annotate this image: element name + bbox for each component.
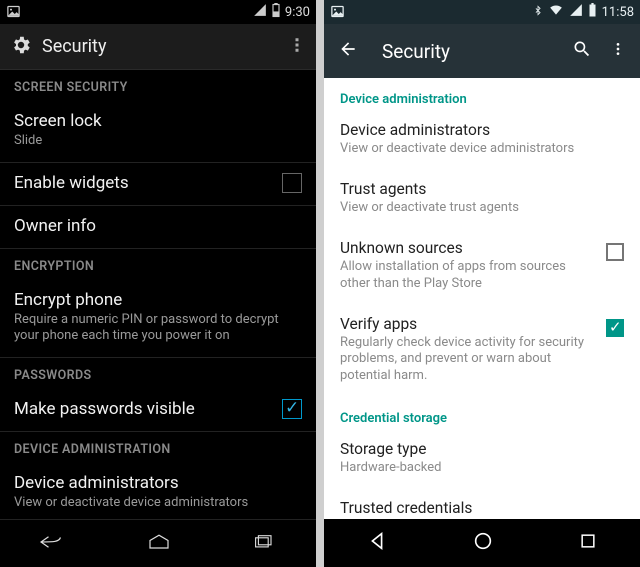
item-subtitle: Slide <box>14 133 302 150</box>
item-unknown-sources[interactable]: Unknown sources Allow installation of ap… <box>324 229 640 305</box>
section-screen-security: SCREEN SECURITY <box>0 70 316 101</box>
phone-holo-dark: 9:30 Security SCREEN SECURITY Screen loc… <box>0 0 316 567</box>
item-title: Screen lock <box>14 111 302 131</box>
checkbox-checked[interactable] <box>282 399 302 419</box>
item-screen-lock[interactable]: Screen lock Slide <box>0 101 316 163</box>
page-title: Security <box>382 40 572 63</box>
section-credential-storage: Credential storage <box>324 397 640 430</box>
battery-icon <box>271 3 281 22</box>
battery-icon <box>588 3 597 22</box>
item-owner-info[interactable]: Owner info <box>0 206 316 249</box>
section-passwords: PASSWORDS <box>0 358 316 389</box>
item-title: Make passwords visible <box>14 399 272 419</box>
nav-bar <box>324 519 640 567</box>
signal-icon <box>253 3 267 21</box>
signal-icon <box>569 3 583 21</box>
checkbox[interactable] <box>282 173 302 193</box>
overflow-menu-icon[interactable] <box>610 39 626 63</box>
status-time: 11:58 <box>602 5 634 20</box>
section-encryption: ENCRYPTION <box>0 249 316 280</box>
phone-material-light: 11:58 Security Device administration Dev… <box>324 0 640 567</box>
item-subtitle: Hardware-backed <box>340 460 614 477</box>
recents-icon[interactable] <box>578 531 598 555</box>
section-device-admin: DEVICE ADMINISTRATION <box>0 432 316 463</box>
section-device-admin: Device administration <box>324 78 640 111</box>
back-icon[interactable] <box>366 530 388 556</box>
item-subtitle: View or deactivate device administrators <box>340 141 614 158</box>
recents-icon[interactable] <box>250 532 278 556</box>
item-subtitle: Regularly check device activity for secu… <box>340 335 596 386</box>
item-title: Verify apps <box>340 315 596 333</box>
image-icon <box>330 4 345 23</box>
item-title: Trust agents <box>340 180 614 198</box>
item-verify-apps[interactable]: Verify apps Regularly check device activ… <box>324 305 640 398</box>
item-trust-agents[interactable]: Trust agents View or deactivate trust ag… <box>324 170 640 229</box>
settings-list: SCREEN SECURITY Screen lock Slide Enable… <box>0 70 316 519</box>
item-subtitle: View or deactivate device administrators <box>14 495 302 512</box>
item-device-admins[interactable]: Device administrators View or deactivate… <box>0 463 316 519</box>
item-subtitle: View or deactivate trust agents <box>340 200 614 217</box>
item-storage-type[interactable]: Storage type Hardware-backed <box>324 430 640 489</box>
status-time: 9:30 <box>285 5 310 20</box>
item-title: Enable widgets <box>14 173 272 193</box>
checkbox-checked[interactable] <box>606 319 624 337</box>
item-title: Owner info <box>14 216 302 236</box>
settings-gear-icon[interactable] <box>10 34 32 60</box>
item-subtitle: Allow installation of apps from sources … <box>340 259 596 293</box>
action-bar: Security <box>0 24 316 70</box>
item-title: Storage type <box>340 440 614 458</box>
bluetooth-icon <box>533 3 543 22</box>
item-title: Device administrators <box>340 121 614 139</box>
item-device-admins[interactable]: Device administrators View or deactivate… <box>324 111 640 170</box>
status-bar: 9:30 <box>0 0 316 24</box>
item-title: Device administrators <box>14 473 302 493</box>
item-encrypt-phone[interactable]: Encrypt phone Require a numeric PIN or p… <box>0 280 316 358</box>
item-title: Unknown sources <box>340 239 596 257</box>
item-title: Trusted credentials <box>340 499 614 517</box>
item-enable-widgets[interactable]: Enable widgets <box>0 163 316 206</box>
item-make-passwords-visible[interactable]: Make passwords visible <box>0 389 316 432</box>
settings-list: Device administration Device administrat… <box>324 78 640 519</box>
search-icon[interactable] <box>572 39 592 63</box>
back-icon[interactable] <box>38 531 68 557</box>
home-icon[interactable] <box>144 532 174 556</box>
item-title: Encrypt phone <box>14 290 302 310</box>
item-trusted-credentials[interactable]: Trusted credentials <box>324 489 640 519</box>
back-arrow-icon[interactable] <box>338 39 358 63</box>
nav-bar <box>0 519 316 567</box>
checkbox[interactable] <box>606 243 624 261</box>
action-bar: Security <box>324 24 640 78</box>
wifi-icon <box>548 3 564 21</box>
status-bar: 11:58 <box>324 0 640 24</box>
overflow-menu-icon[interactable] <box>288 34 306 60</box>
page-title: Security <box>42 36 288 57</box>
home-icon[interactable] <box>472 530 494 556</box>
item-subtitle: Require a numeric PIN or password to dec… <box>14 312 302 345</box>
image-icon <box>6 4 21 23</box>
